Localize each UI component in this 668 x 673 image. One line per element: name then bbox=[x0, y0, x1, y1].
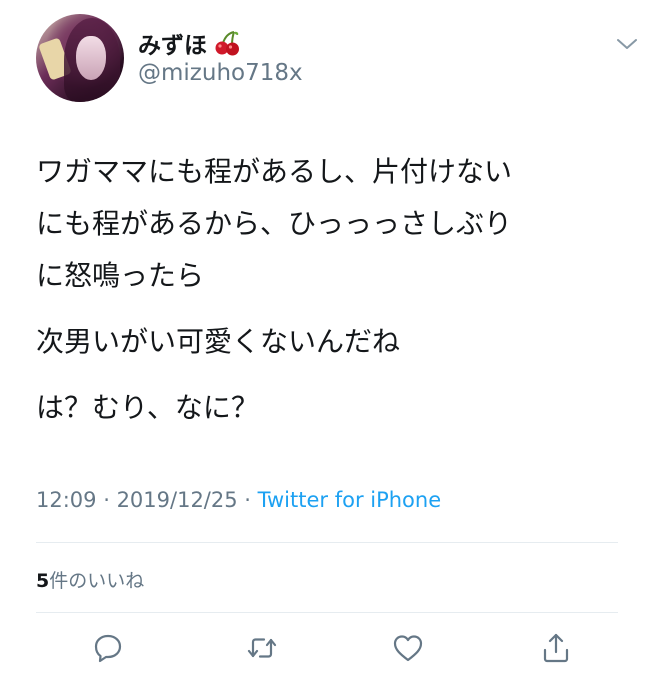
retweet-icon bbox=[247, 638, 277, 658]
tweet-time[interactable]: 12:09 bbox=[36, 488, 97, 512]
reply-icon bbox=[94, 634, 122, 663]
meta-separator: · bbox=[96, 488, 117, 512]
share-icon bbox=[543, 633, 569, 663]
divider bbox=[36, 612, 618, 613]
action-bar bbox=[0, 630, 668, 666]
avatar-face bbox=[76, 36, 106, 80]
tweet-meta: 12:09 · 2019/12/25 · Twitter for iPhone bbox=[36, 488, 441, 512]
meta-separator: · bbox=[237, 488, 258, 512]
retweet-button[interactable] bbox=[244, 630, 280, 666]
like-button[interactable] bbox=[390, 630, 426, 666]
tweet-paragraph: 次男いがい可愛くないんだね bbox=[36, 325, 401, 358]
likes-label: 件のいいね bbox=[49, 570, 145, 592]
reply-button[interactable] bbox=[90, 630, 126, 666]
avatar[interactable] bbox=[36, 14, 124, 102]
like-icon bbox=[393, 635, 423, 662]
share-button[interactable] bbox=[538, 630, 574, 666]
likes-stat[interactable]: 5件のいいね bbox=[36, 566, 144, 593]
author-name-row[interactable]: みずほ bbox=[138, 26, 241, 60]
tweet-paragraph: ワガママにも程があるし、片付けない にも程があるから、ひっっっさしぶり に怒鳴っ… bbox=[36, 155, 513, 292]
divider bbox=[36, 542, 618, 543]
cherry-emoji-icon bbox=[213, 29, 241, 57]
tweet-source-link[interactable]: Twitter for iPhone bbox=[258, 488, 442, 512]
tweet-paragraph: は？むり、なに？ bbox=[36, 391, 259, 424]
tweet-text: ワガママにも程があるし、片付けない にも程があるから、ひっっっさしぶり に怒鳴っ… bbox=[36, 146, 636, 448]
likes-count: 5 bbox=[36, 570, 50, 592]
display-name[interactable]: みずほ bbox=[138, 26, 207, 60]
tweet-date[interactable]: 2019/12/25 bbox=[117, 488, 238, 512]
chevron-down-icon[interactable] bbox=[616, 36, 638, 50]
user-handle[interactable]: @mizuho718x bbox=[138, 60, 303, 86]
